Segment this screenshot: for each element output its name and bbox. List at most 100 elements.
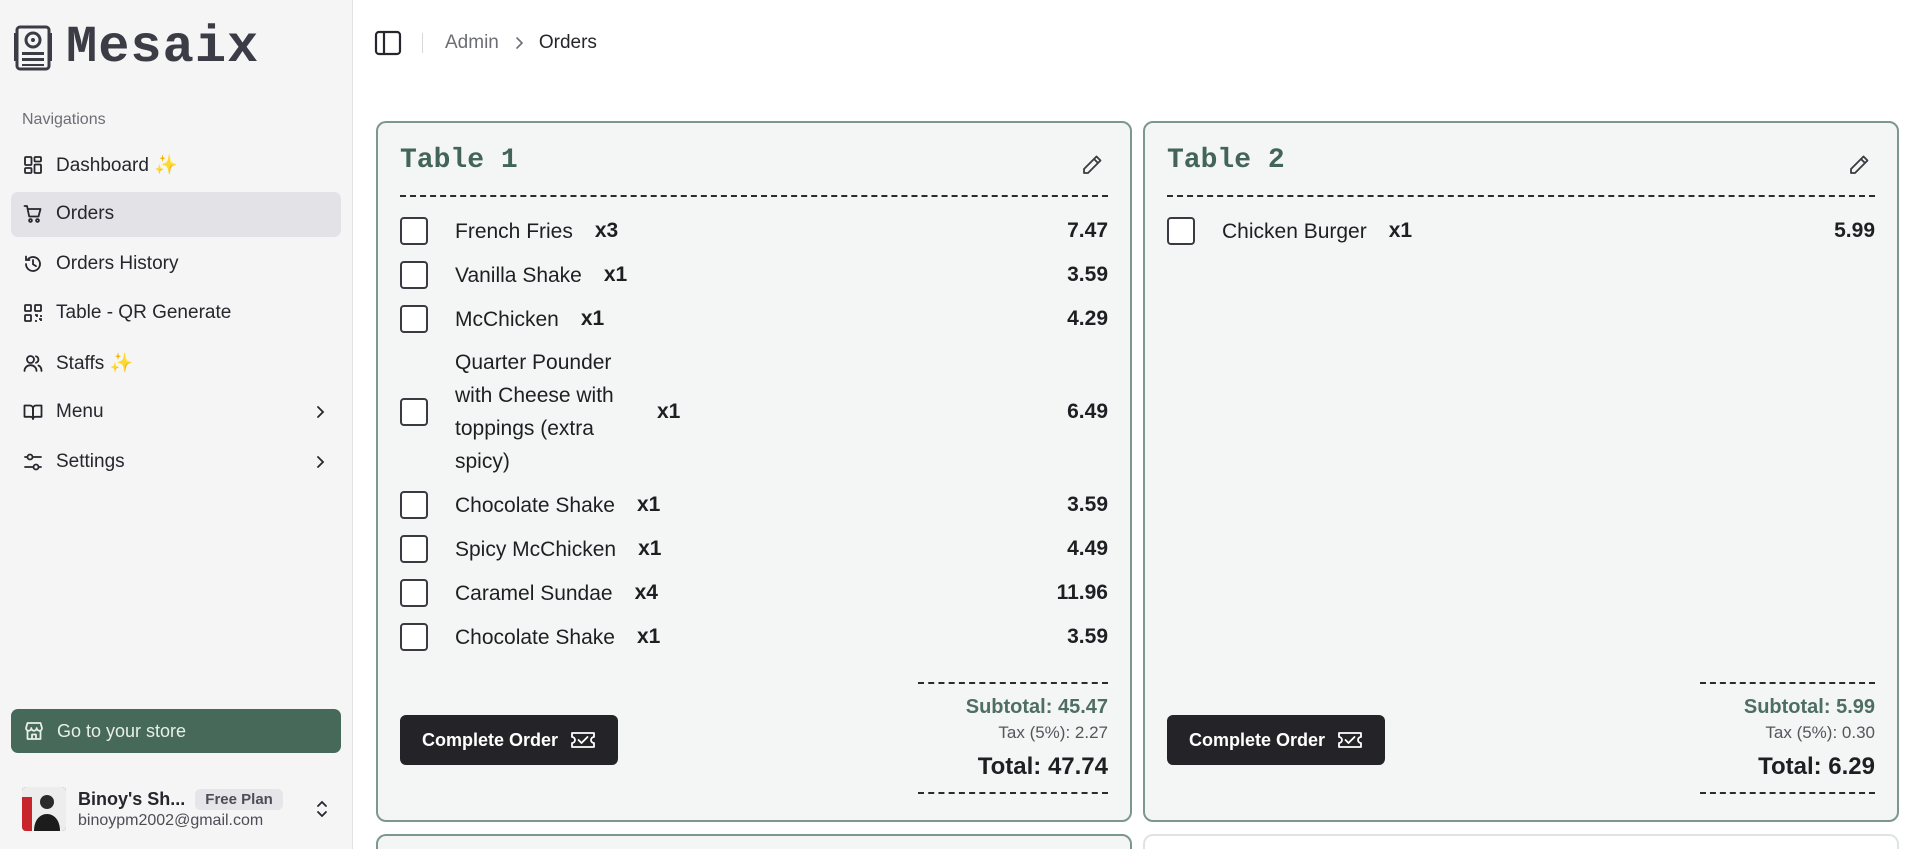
complete-order-button[interactable]: Complete Order xyxy=(1167,715,1386,765)
sidebar-item-label: Dashboard ✨ xyxy=(56,154,178,176)
jukebox-logo-icon xyxy=(14,25,52,70)
item-price: 7.47 xyxy=(1067,219,1108,242)
item-price: 3.59 xyxy=(1067,493,1108,516)
sidebar-item-menu[interactable]: Menu xyxy=(11,390,341,435)
user-menu[interactable]: Binoy's Sh... Free Plan binoypm2002@gmai… xyxy=(22,785,332,833)
item-price: 4.29 xyxy=(1067,307,1108,330)
sidebar-toggle-icon[interactable] xyxy=(374,29,402,57)
sidebar-item-dashboard[interactable]: Dashboard ✨ xyxy=(11,142,341,187)
top-bar: Admin Orders xyxy=(374,24,597,62)
user-name: Binoy's Sh... xyxy=(78,788,186,809)
item-qty: x1 xyxy=(638,537,662,560)
pencil-edit-icon[interactable] xyxy=(1080,153,1104,177)
order-item: Chocolate Shake x1 3.59 xyxy=(400,615,1108,659)
item-name: Caramel Sundae xyxy=(455,581,613,605)
users-icon xyxy=(22,352,44,374)
breadcrumb-admin[interactable]: Admin xyxy=(445,32,499,54)
settings-sliders-icon xyxy=(22,451,44,473)
order-item: Vanilla Shake x1 3.59 xyxy=(400,253,1108,297)
store-icon xyxy=(25,722,43,740)
item-name: Chocolate Shake xyxy=(455,625,615,649)
sidebar-item-settings[interactable]: Settings xyxy=(11,439,341,484)
sidebar-item-table-qr[interactable]: Table - QR Generate xyxy=(11,291,341,336)
chevrons-up-down-icon xyxy=(317,800,327,818)
sidebar-item-label: Orders xyxy=(56,203,115,224)
complete-order-button[interactable]: Complete Order xyxy=(400,715,619,765)
order-item: McChicken x1 4.29 xyxy=(400,297,1108,341)
sidebar: Mesaix Navigations Dashboard ✨ Orders Or… xyxy=(0,0,353,849)
ticket-check-icon xyxy=(1338,732,1362,748)
chevron-right-icon xyxy=(317,455,325,468)
sidebar-item-staffs[interactable]: Staffs ✨ xyxy=(11,340,341,385)
ticket-check-icon xyxy=(571,732,595,748)
item-name: Quarter Pounder with Cheese with topping… xyxy=(455,351,614,473)
sidebar-item-orders[interactable]: Orders xyxy=(11,191,341,237)
sidebar-item-label: Menu xyxy=(56,401,104,422)
dashed-divider xyxy=(1167,195,1875,197)
item-checkbox[interactable] xyxy=(400,398,428,426)
book-icon xyxy=(22,401,44,423)
item-qty: x1 xyxy=(636,625,661,648)
item-name: Spicy McChicken xyxy=(455,537,617,561)
user-email: binoypm2002@gmail.com xyxy=(78,811,264,829)
item-price: 5.99 xyxy=(1834,219,1875,242)
order-totals: Subtotal: 5.99 Tax (5%): 0.30 Total: 6.2… xyxy=(1700,682,1875,794)
subtotal: Subtotal: 45.47 xyxy=(965,696,1108,718)
item-checkbox[interactable] xyxy=(400,217,428,245)
item-checkbox[interactable] xyxy=(400,623,428,651)
item-name: McChicken xyxy=(455,307,559,331)
go-to-store-label: Go to your store xyxy=(57,720,187,741)
nav-group-label: Navigations xyxy=(22,111,106,128)
total: Total: 6.29 xyxy=(1758,753,1875,780)
dashboard-icon xyxy=(22,154,44,176)
item-qty: x1 xyxy=(603,263,628,286)
order-card-table-1: Table 1 French Fries x3 7.47 Vanilla Sha… xyxy=(376,121,1132,822)
item-checkbox[interactable] xyxy=(1167,217,1195,245)
order-card-partial xyxy=(376,834,1132,849)
item-checkbox[interactable] xyxy=(400,305,428,333)
item-checkbox[interactable] xyxy=(400,261,428,289)
brand-name: Mesaix xyxy=(66,18,260,77)
item-name: Chicken Burger xyxy=(1222,219,1367,243)
order-item: French Fries x3 7.47 xyxy=(400,209,1108,253)
sidebar-item-label: Orders History xyxy=(56,252,179,274)
item-price: 6.49 xyxy=(1067,400,1108,423)
sidebar-item-label: Settings xyxy=(56,450,125,472)
order-card-partial xyxy=(1143,834,1899,849)
complete-order-label: Complete Order xyxy=(1189,729,1326,750)
order-items: Chicken Burger x1 5.99 xyxy=(1167,209,1875,253)
order-item: Quarter Pounder with Cheese with topping… xyxy=(400,341,1108,483)
item-qty: x1 xyxy=(580,307,605,330)
brand[interactable]: Mesaix xyxy=(14,18,259,77)
breadcrumb-orders: Orders xyxy=(538,32,597,53)
item-qty: x4 xyxy=(634,581,658,604)
chevron-right-icon xyxy=(317,406,325,418)
sidebar-item-label: Staffs ✨ xyxy=(56,352,134,374)
order-item: Caramel Sundae x4 11.96 xyxy=(400,571,1108,615)
table-title: Table 2 xyxy=(1167,145,1285,176)
cart-icon xyxy=(22,203,44,225)
item-price: 11.96 xyxy=(1056,581,1108,604)
order-totals: Subtotal: 45.47 Tax (5%): 2.27 Total: 47… xyxy=(918,682,1108,794)
item-name: French Fries xyxy=(455,219,573,243)
sidebar-nav: Dashboard ✨ Orders Orders History Table … xyxy=(11,142,341,489)
order-item: Chocolate Shake x1 3.59 xyxy=(400,483,1108,527)
order-item: Chicken Burger x1 5.99 xyxy=(1167,209,1875,253)
table-title: Table 1 xyxy=(400,145,518,176)
item-qty: x1 xyxy=(657,400,681,423)
pencil-edit-icon[interactable] xyxy=(1847,153,1871,177)
item-checkbox[interactable] xyxy=(400,579,428,607)
sidebar-item-orders-history[interactable]: Orders History xyxy=(11,241,341,286)
item-checkbox[interactable] xyxy=(400,491,428,519)
avatar xyxy=(22,787,66,831)
item-price: 3.59 xyxy=(1067,263,1108,286)
subtotal: Subtotal: 5.99 xyxy=(1743,696,1875,718)
item-qty: x1 xyxy=(636,493,661,516)
item-checkbox[interactable] xyxy=(400,535,428,563)
qr-code-icon xyxy=(22,302,44,324)
order-item: Spicy McChicken x1 4.49 xyxy=(400,527,1108,571)
go-to-store-button[interactable]: Go to your store xyxy=(11,709,341,753)
complete-order-label: Complete Order xyxy=(422,729,559,750)
dashed-divider xyxy=(400,195,1108,197)
item-price: 3.59 xyxy=(1067,625,1108,648)
